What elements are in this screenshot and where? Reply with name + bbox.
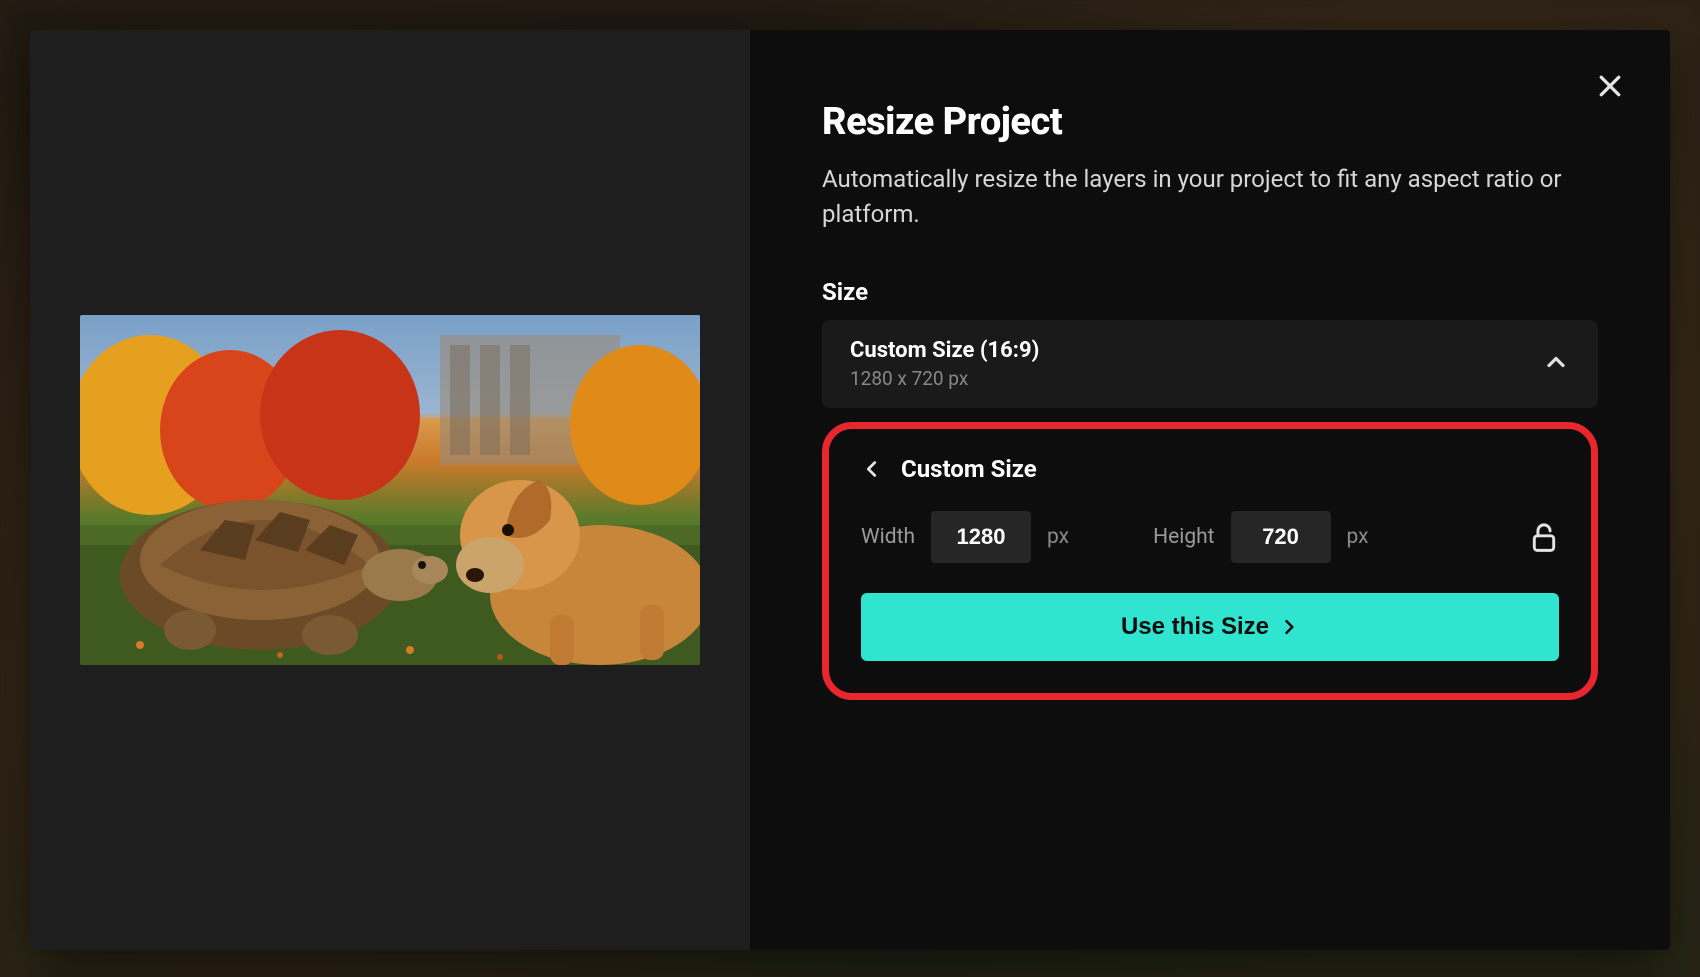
back-button[interactable] [861,458,883,480]
chevron-up-icon [1542,348,1570,380]
preview-pane [30,30,750,950]
use-this-size-label: Use this Size [1121,613,1269,641]
preset-name: Custom Size (16:9) [850,338,1039,363]
resize-project-modal: Resize Project Automatically resize the … [30,30,1670,950]
size-preset-dropdown[interactable]: Custom Size (16:9) 1280 x 720 px [822,320,1598,408]
close-icon [1595,71,1625,101]
width-input[interactable] [931,511,1031,563]
width-label: Width [861,525,915,549]
modal-title: Resize Project [822,100,1598,144]
chevron-left-icon [861,458,883,480]
aspect-lock-toggle[interactable] [1529,520,1559,554]
unlock-icon [1529,520,1559,554]
height-unit: px [1347,525,1369,549]
use-this-size-button[interactable]: Use this Size [861,593,1559,661]
close-button[interactable] [1592,68,1628,104]
preview-image [80,315,700,665]
chevron-right-icon [1279,617,1299,637]
dimensions-row: Width px Height px [861,511,1559,563]
height-input[interactable] [1231,511,1331,563]
preset-dimensions: 1280 x 720 px [850,367,1039,390]
custom-size-header: Custom Size [901,455,1037,483]
size-section-label: Size [822,278,1598,306]
height-label: Height [1153,525,1214,549]
width-unit: px [1047,525,1069,549]
modal-description: Automatically resize the layers in your … [822,162,1562,232]
settings-pane: Resize Project Automatically resize the … [750,30,1670,950]
custom-size-panel: Custom Size Width px Height px [822,422,1598,700]
